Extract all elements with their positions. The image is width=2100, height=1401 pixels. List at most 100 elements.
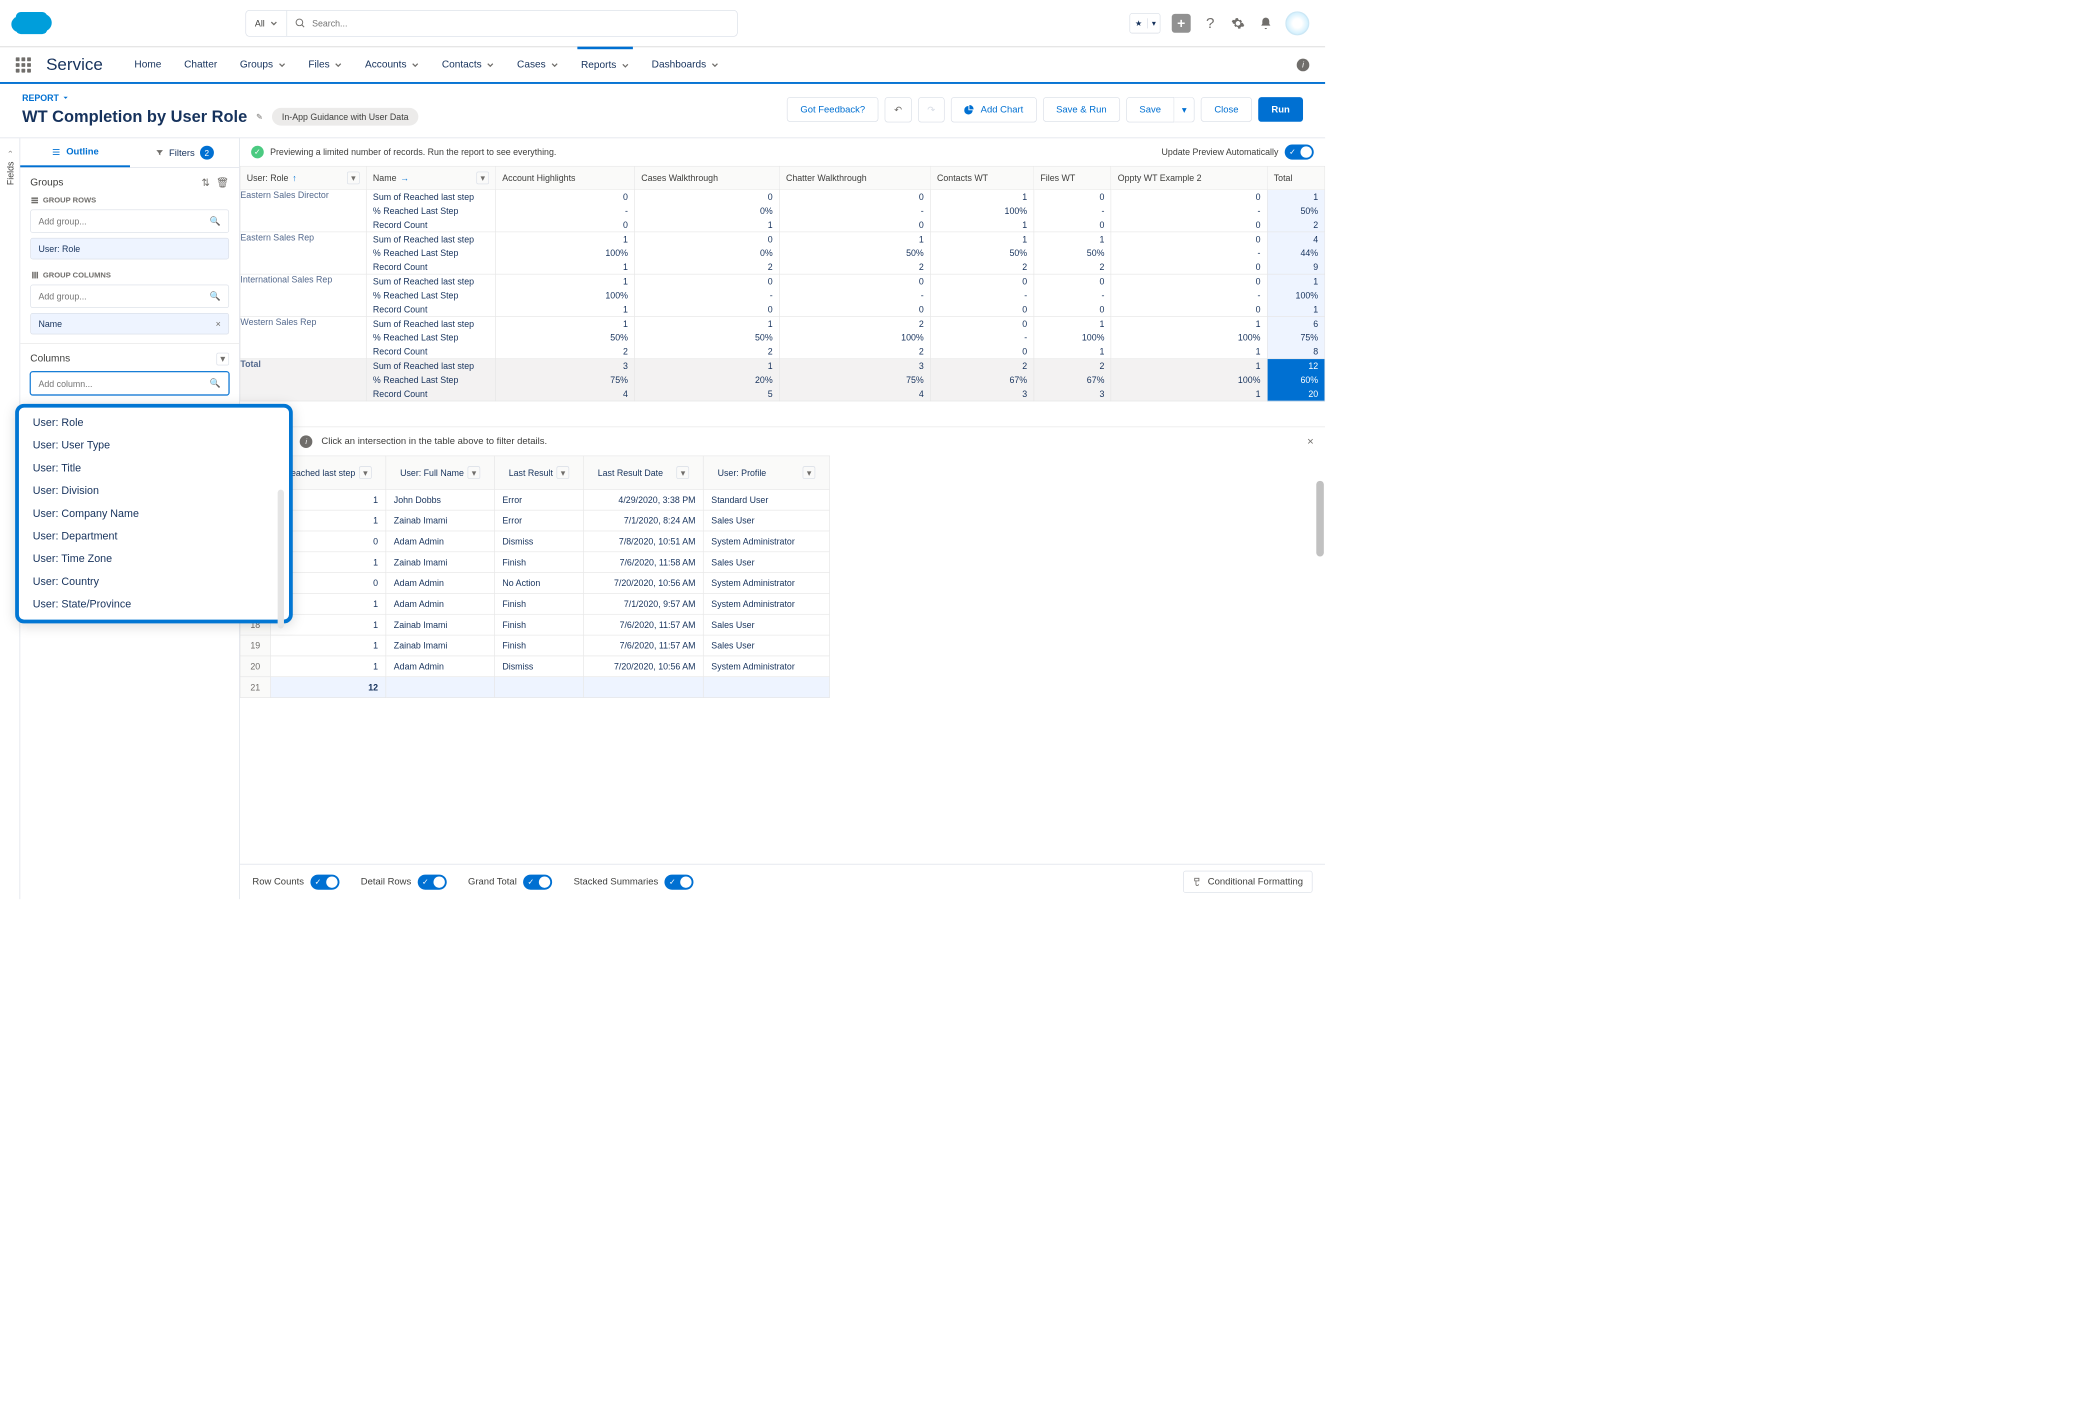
detail-row[interactable]: 0Adam AdminDismiss7/8/2020, 10:51 AMSyst… <box>240 531 830 552</box>
grand-total-toggle[interactable]: ✓ <box>523 874 552 889</box>
report-type-chip[interactable]: In-App Guidance with User Data <box>272 108 419 126</box>
filters-tab[interactable]: Filters 2 <box>130 138 239 167</box>
close-detail-icon[interactable]: × <box>1307 435 1314 448</box>
dropdown-option[interactable]: User: Time Zone <box>19 548 289 571</box>
check-circle-icon: ✓ <box>251 146 264 159</box>
group-col-tag-name[interactable]: Name × <box>30 313 229 334</box>
summary-row[interactable]: Eastern Sales DirectorSum of Reached las… <box>240 190 1325 232</box>
detail-rows-toggle[interactable]: ✓ <box>418 874 447 889</box>
feedback-button[interactable]: Got Feedback? <box>787 97 878 122</box>
setup-gear-icon[interactable] <box>1230 15 1246 31</box>
record-type-label[interactable]: REPORT <box>22 93 419 103</box>
stacked-toggle[interactable]: ✓ <box>665 874 694 889</box>
user-avatar[interactable] <box>1285 11 1309 35</box>
outline-tab[interactable]: Outline <box>20 138 129 167</box>
swap-icon[interactable]: ⇅ <box>201 177 209 190</box>
dropdown-scrollbar[interactable] <box>278 490 284 629</box>
column-menu-icon[interactable]: ▾ <box>677 466 690 479</box>
detail-row[interactable]: 1Zainab ImamiError7/1/2020, 8:24 AMSales… <box>240 510 830 531</box>
column-menu-icon[interactable]: ▾ <box>347 172 360 185</box>
nav-home[interactable]: Home <box>131 47 166 82</box>
grand-total-label: Grand Total <box>468 876 517 887</box>
info-icon: i <box>300 435 313 448</box>
redo-button[interactable]: ↷ <box>918 97 945 122</box>
dropdown-option[interactable]: User: State/Province <box>19 593 289 616</box>
global-search[interactable]: All <box>245 10 737 37</box>
row-counts-toggle[interactable]: ✓ <box>310 874 339 889</box>
search-input[interactable] <box>312 18 729 28</box>
nav-dashboards[interactable]: Dashboards <box>648 47 723 82</box>
remove-tag-icon[interactable]: × <box>216 319 221 329</box>
detail-row[interactable]: 1John DobbsError4/29/2020, 3:38 PMStanda… <box>240 489 830 510</box>
add-chart-button[interactable]: Add Chart <box>951 97 1037 122</box>
search-scope-selector[interactable]: All <box>246 10 287 35</box>
column-menu-icon[interactable]: ▾ <box>476 172 489 185</box>
dropdown-option[interactable]: User: Division <box>19 480 289 503</box>
close-button[interactable]: Close <box>1201 97 1252 122</box>
help-icon[interactable]: ? <box>1202 15 1218 31</box>
detail-scrollbar[interactable] <box>1316 481 1324 557</box>
chevron-right-icon: › <box>5 150 14 153</box>
detail-row[interactable]: 1Zainab ImamiFinish7/6/2020, 11:58 AMSal… <box>240 552 830 573</box>
report-footer-bar: Row Counts✓ Detail Rows✓ Grand Total✓ St… <box>240 864 1325 899</box>
nav-chatter[interactable]: Chatter <box>180 47 221 82</box>
save-run-button[interactable]: Save & Run <box>1043 97 1120 122</box>
detail-row[interactable]: 191Zainab ImamiFinish7/6/2020, 11:57 AMS… <box>240 635 830 656</box>
add-column-input[interactable]: 🔍 <box>30 372 229 395</box>
summary-row[interactable]: Western Sales RepSum of Reached last ste… <box>240 316 1325 358</box>
favorites-button[interactable]: ★ ▾ <box>1129 13 1160 33</box>
global-add-button[interactable]: + <box>1172 14 1191 33</box>
search-icon: 🔍 <box>210 291 221 302</box>
undo-button[interactable]: ↶ <box>885 97 912 122</box>
auto-preview-toggle[interactable]: ✓ <box>1285 144 1314 159</box>
delete-groups-icon[interactable]: 🗑 <box>216 177 229 190</box>
nav-info-icon[interactable]: i <box>1297 58 1310 71</box>
report-title: WT Completion by User Role <box>22 107 247 127</box>
dropdown-option[interactable]: User: Department <box>19 525 289 548</box>
columns-menu-icon[interactable]: ▾ <box>216 353 229 366</box>
column-menu-icon[interactable]: ▾ <box>557 466 570 479</box>
app-launcher-icon[interactable] <box>16 57 31 72</box>
nav-cases[interactable]: Cases <box>513 47 562 82</box>
detail-row[interactable]: 181Zainab ImamiFinish7/6/2020, 11:57 AMS… <box>240 614 830 635</box>
columns-icon <box>30 271 39 280</box>
nav-contacts[interactable]: Contacts <box>438 47 498 82</box>
nav-accounts[interactable]: Accounts <box>361 47 423 82</box>
column-menu-icon[interactable]: ▾ <box>803 466 816 479</box>
detail-rows-label: Detail Rows <box>361 876 411 887</box>
detail-total-row: 2112 <box>240 677 830 698</box>
detail-row[interactable]: 201Adam AdminDismiss7/20/2020, 10:56 AMS… <box>240 656 830 677</box>
detail-row[interactable]: 171Adam AdminFinish7/1/2020, 9:57 AMSyst… <box>240 593 830 614</box>
report-canvas: ✓ Previewing a limited number of records… <box>240 138 1325 899</box>
column-menu-icon[interactable]: ▾ <box>468 466 481 479</box>
sort-icon[interactable]: → <box>400 173 409 183</box>
dropdown-option[interactable]: User: Company Name <box>19 502 289 525</box>
dropdown-option[interactable]: User: Title <box>19 457 289 480</box>
chevron-down-icon <box>621 62 629 70</box>
conditional-formatting-button[interactable]: Conditional Formatting <box>1183 871 1312 893</box>
notifications-bell-icon[interactable] <box>1258 15 1274 31</box>
edit-title-icon[interactable]: ✎ <box>256 111 263 121</box>
dropdown-option[interactable]: User: Role <box>19 411 289 434</box>
summary-row[interactable]: International Sales RepSum of Reached la… <box>240 274 1325 316</box>
save-dropdown-button[interactable]: ▾ <box>1174 97 1195 122</box>
column-menu-icon[interactable]: ▾ <box>359 466 372 479</box>
dropdown-option[interactable]: User: User Type <box>19 434 289 457</box>
save-button[interactable]: Save <box>1126 97 1174 122</box>
sort-asc-icon[interactable]: ↑ <box>292 173 296 183</box>
chevron-down-icon <box>711 61 719 69</box>
preview-message: Previewing a limited number of records. … <box>270 147 556 157</box>
group-rows-label: GROUP ROWS <box>30 196 229 205</box>
nav-groups[interactable]: Groups <box>236 47 289 82</box>
group-cols-label: GROUP COLUMNS <box>30 271 229 280</box>
group-rows-input[interactable]: 🔍 <box>30 209 229 232</box>
chevron-down-icon <box>63 95 69 101</box>
group-cols-input[interactable]: 🔍 <box>30 285 229 308</box>
group-row-tag-role[interactable]: User: Role <box>30 238 229 259</box>
run-button[interactable]: Run <box>1258 97 1303 122</box>
nav-files[interactable]: Files <box>305 47 347 82</box>
nav-reports[interactable]: Reports <box>577 47 633 82</box>
detail-row[interactable]: 160Adam AdminNo Action7/20/2020, 10:56 A… <box>240 573 830 594</box>
summary-row[interactable]: Eastern Sales RepSum of Reached last ste… <box>240 232 1325 274</box>
dropdown-option[interactable]: User: Country <box>19 570 289 593</box>
